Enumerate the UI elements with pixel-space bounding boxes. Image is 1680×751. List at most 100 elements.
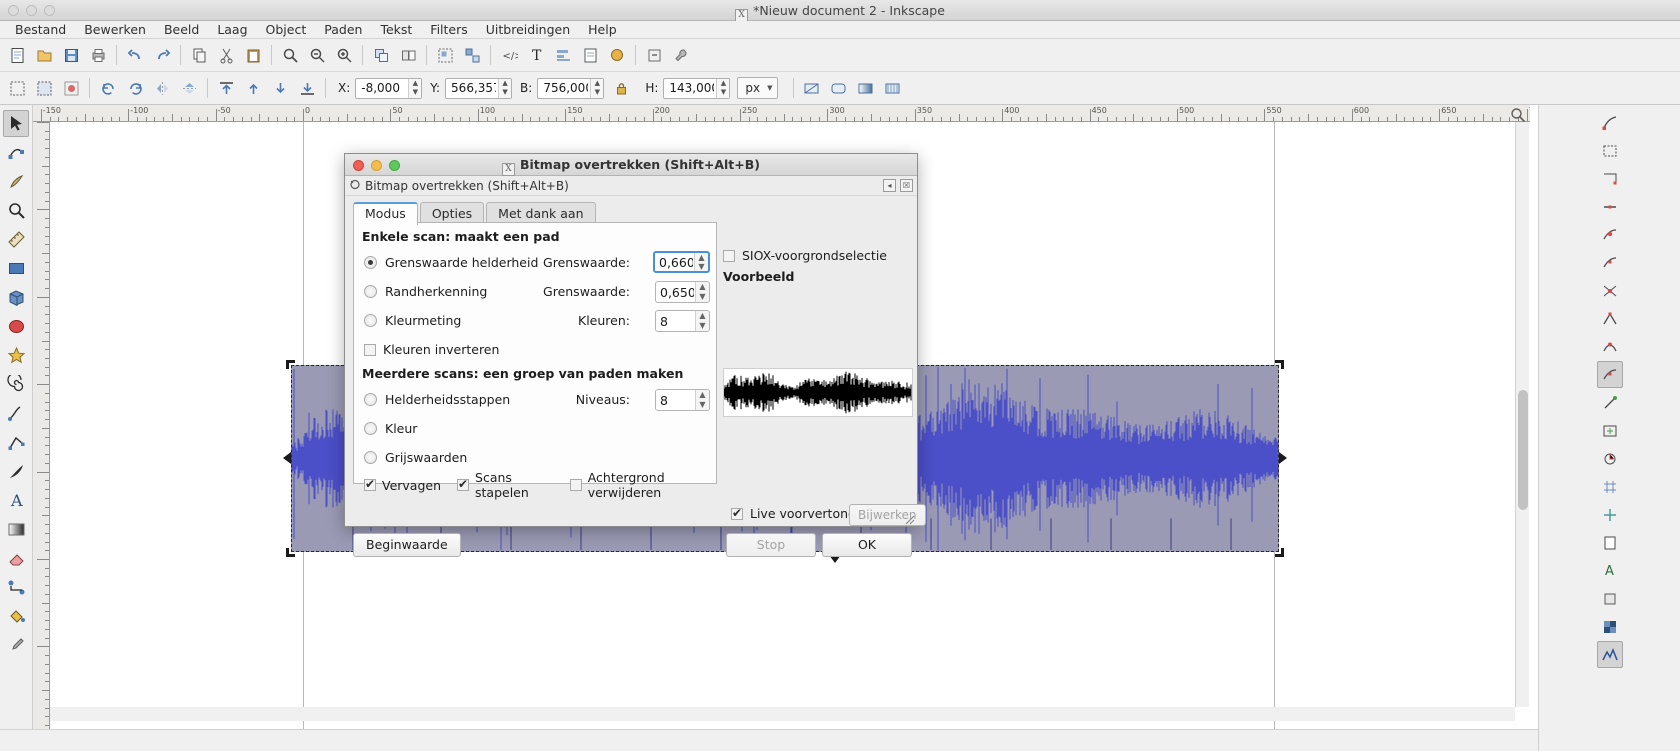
checkbox-smooth[interactable] <box>364 477 376 491</box>
unit-select[interactable]: px ▼ <box>737 77 778 99</box>
dock-snap-smooth-icon[interactable] <box>1597 333 1623 360</box>
duplicate-icon[interactable] <box>368 42 394 68</box>
width-spinbox[interactable]: ▲ ▼ <box>537 77 605 99</box>
tool-3dbox[interactable] <box>3 284 29 311</box>
dock-snap-page-icon[interactable] <box>1597 529 1623 556</box>
checkbox-remove-background[interactable] <box>569 479 582 491</box>
dock-trace-bitmap-icon[interactable] <box>1596 641 1623 668</box>
dock-snap-center-icon[interactable] <box>1597 417 1623 444</box>
width-step-up-icon[interactable]: ▲ <box>591 79 603 89</box>
menu-bewerken[interactable]: Bewerken <box>75 21 155 39</box>
dialog-dock-icon[interactable]: ◂ <box>883 179 896 192</box>
radio-brightness-threshold[interactable] <box>364 256 377 269</box>
siox-row[interactable]: SIOX-voorgrondselectie <box>723 248 887 263</box>
tool-gradient[interactable] <box>3 516 29 543</box>
lower-icon[interactable] <box>267 75 293 101</box>
levels-step-down-icon[interactable]: ▼ <box>696 400 709 410</box>
dock-snap-bbox-edge-icon[interactable] <box>1597 193 1623 220</box>
dialog-dock-buttons[interactable]: ◂ ☒ <box>883 179 913 192</box>
y-step-up-icon[interactable]: ▲ <box>499 79 511 89</box>
tool-bezier[interactable] <box>3 429 29 456</box>
flip-vertical-icon[interactable] <box>176 75 202 101</box>
raise-icon[interactable] <box>240 75 266 101</box>
radio-color[interactable] <box>364 422 377 435</box>
menu-uitbreidingen[interactable]: Uitbreidingen <box>477 21 579 39</box>
height-stepper[interactable]: ▲ ▼ <box>716 78 730 98</box>
reset-button[interactable]: Beginwaarde <box>353 533 461 557</box>
raise-to-top-icon[interactable] <box>213 75 239 101</box>
align-dialog-icon[interactable] <box>550 42 576 68</box>
dock-snap-guide-icon[interactable] <box>1597 501 1623 528</box>
dock-snap-grid-icon[interactable] <box>1597 473 1623 500</box>
tab-modus[interactable]: Modus <box>353 202 418 225</box>
redo-icon[interactable] <box>149 42 175 68</box>
colors-step-up-icon[interactable]: ▲ <box>696 311 709 321</box>
option-grayscale[interactable]: Grijswaarden <box>354 443 716 472</box>
affect-patterns-icon[interactable] <box>880 75 906 101</box>
checkbox-stack-scans[interactable] <box>457 477 470 491</box>
option-color-quantization[interactable]: Kleurmeting Kleuren: ▲ ▼ <box>354 306 716 335</box>
horizontal-scrollbar[interactable] <box>50 707 1515 721</box>
option-brightness-steps[interactable]: Helderheidsstappen Niveaus: ▲ ▼ <box>354 385 716 414</box>
stepper-colors[interactable]: ▲ ▼ <box>695 311 709 331</box>
threshold-2-step-up-icon[interactable]: ▲ <box>696 282 709 292</box>
y-stepper[interactable]: ▲ ▼ <box>498 78 512 98</box>
flip-horizontal-icon[interactable] <box>149 75 175 101</box>
y-spinbox[interactable]: ▲ ▼ <box>445 77 513 99</box>
input-threshold-1[interactable] <box>655 253 694 271</box>
height-step-down-icon[interactable]: ▼ <box>717 88 729 98</box>
input-colors[interactable] <box>656 311 695 331</box>
ungroup-icon[interactable] <box>459 42 485 68</box>
dock-snap-midpoint-icon[interactable] <box>1596 361 1623 388</box>
menu-laag[interactable]: Laag <box>208 21 256 39</box>
tool-connector[interactable] <box>3 574 29 601</box>
zoom-selection-icon[interactable] <box>277 42 303 68</box>
tool-rectangle[interactable] <box>3 255 29 282</box>
paste-icon[interactable] <box>240 42 266 68</box>
affect-gradients-icon[interactable] <box>853 75 879 101</box>
y-input[interactable] <box>446 78 499 98</box>
wrench-icon[interactable] <box>668 42 694 68</box>
spinbox-colors[interactable]: ▲ ▼ <box>655 310 710 332</box>
dock-snap-node-icon[interactable] <box>1597 221 1623 248</box>
radio-color-quantization[interactable] <box>364 314 377 327</box>
fill-stroke-icon[interactable] <box>604 42 630 68</box>
vertical-scrollbar-thumb[interactable] <box>1518 390 1528 510</box>
option-edge-detection[interactable]: Randherkenning Grenswaarde: ▲ ▼ <box>354 277 716 306</box>
tool-tweak[interactable] <box>3 168 29 195</box>
lock-ratio-icon[interactable] <box>608 75 634 101</box>
tool-freehand[interactable] <box>3 400 29 427</box>
tool-selector[interactable] <box>3 110 29 137</box>
radio-edge-detection[interactable] <box>364 285 377 298</box>
dock-snap-bbox-icon[interactable] <box>1597 137 1623 164</box>
text-tool-icon[interactable]: T <box>523 42 549 68</box>
horizontal-ruler[interactable]: -150 -100 -50 0 50 100 150 200 250 300 350 400 450 50… <box>33 105 1530 122</box>
stepper-threshold-1[interactable]: ▲ ▼ <box>694 253 708 271</box>
y-step-down-icon[interactable]: ▼ <box>499 88 511 98</box>
spinbox-levels[interactable]: ▲ ▼ <box>655 389 710 411</box>
preferences-icon[interactable] <box>641 42 667 68</box>
tool-ellipse[interactable] <box>3 313 29 340</box>
x-step-down-icon[interactable]: ▼ <box>409 88 421 98</box>
x-spinbox[interactable]: ▲ ▼ <box>355 77 423 99</box>
dock-snap-global-icon[interactable] <box>1597 109 1623 136</box>
dialog-resize-grip[interactable] <box>903 513 915 525</box>
tool-dropper[interactable] <box>3 632 29 659</box>
threshold-1-step-down-icon[interactable]: ▼ <box>695 262 708 271</box>
stepper-threshold-2[interactable]: ▲ ▼ <box>695 282 709 302</box>
tool-spiral[interactable] <box>3 371 29 398</box>
menu-beeld[interactable]: Beeld <box>155 21 208 39</box>
clone-icon[interactable] <box>395 42 421 68</box>
spinbox-threshold-1[interactable]: ▲ ▼ <box>653 251 710 273</box>
tool-zoom[interactable] <box>3 197 29 224</box>
stop-button[interactable]: Stop <box>726 533 816 557</box>
dock-snap-cusp-icon[interactable] <box>1597 305 1623 332</box>
dock-text-baseline-icon[interactable]: A <box>1597 557 1623 584</box>
height-input[interactable] <box>664 78 717 98</box>
width-input[interactable] <box>538 78 591 98</box>
save-document-icon[interactable] <box>58 42 84 68</box>
dock-object-icon[interactable] <box>1597 585 1623 612</box>
width-stepper[interactable]: ▲ ▼ <box>590 78 604 98</box>
undo-icon[interactable] <box>122 42 148 68</box>
radio-grayscale[interactable] <box>364 451 377 464</box>
